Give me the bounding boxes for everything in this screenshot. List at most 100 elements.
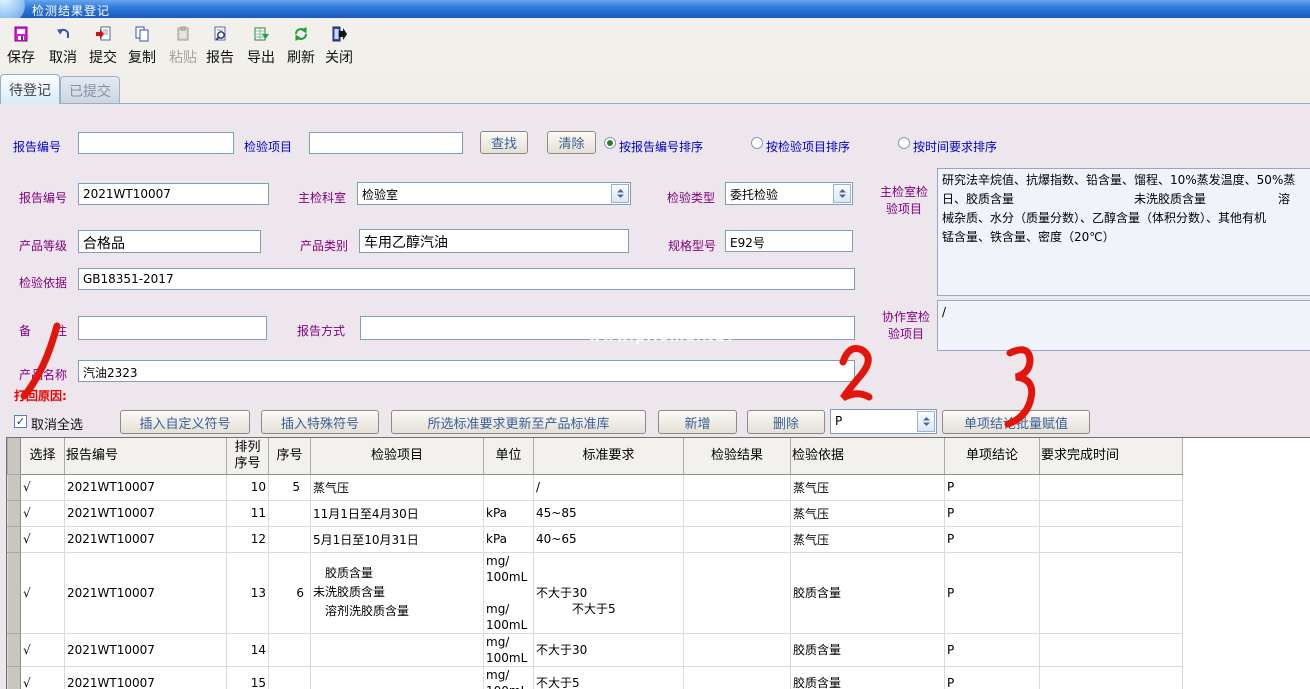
basis-label: 检验依据 [19,274,67,291]
cell-basis: 胶质含量 [791,552,945,633]
cell-result[interactable] [684,666,791,689]
copy-button[interactable]: 复制 [122,26,162,68]
table-row[interactable]: √ 2021WT10007 15 mg/ 100mL 不大于5 胶质含量 P [8,666,1183,689]
product-name-input[interactable]: 汽油2323 [78,360,855,382]
save-button[interactable]: 保存 [1,26,41,68]
tab-submitted[interactable]: 已提交 [60,76,120,104]
test-type-combo[interactable]: 委托检验 [725,182,853,205]
row-check[interactable]: √ [21,552,65,633]
submit-button[interactable]: 提交 [83,26,123,68]
delete-button[interactable]: 删除 [747,410,825,434]
conclusion-combo[interactable]: P [830,409,937,434]
product-name-label: 产品名称 [19,366,67,383]
spec-model-input[interactable]: E92号 [725,230,853,252]
search-report-no-label: 报告编号 [13,138,61,155]
update-standard-button[interactable]: 所选标准要求更新至产品标准库 [391,410,646,434]
exit-door-icon [331,26,347,46]
row-check[interactable]: √ [21,526,65,552]
table-row[interactable]: √ 2021WT10007 14 mg/ 100mL 不大于30 胶质含量 P [8,633,1183,666]
sort-by-time-radio[interactable] [898,137,910,149]
add-button[interactable]: 新增 [658,410,737,434]
row-check[interactable]: √ [21,474,65,500]
row-selector[interactable] [8,526,21,552]
cell-item [311,633,484,666]
table-row[interactable]: √ 2021WT10007 13 6 胶质含量 未洗胶质含量 溶剂洗胶质含量 m… [8,552,1183,633]
product-category-label: 产品类别 [300,237,348,254]
export-button[interactable]: 导出 [241,26,281,68]
search-item-input[interactable] [309,132,463,154]
spinner-icon[interactable] [611,184,629,203]
cell-report-no: 2021WT10007 [65,552,227,633]
cancel-button[interactable]: 取消 [43,26,83,68]
spinner-icon[interactable] [917,411,935,432]
cell-standard: / [534,474,684,500]
sort-by-report-no-radio[interactable] [604,137,616,149]
report-button[interactable]: 报告 [200,26,240,68]
cell-result[interactable] [684,552,791,633]
sort-by-report-no-label: 按报告编号排序 [619,138,703,155]
cell-result[interactable] [684,633,791,666]
test-type-value: 委托检验 [730,186,778,203]
cancel-label: 取消 [49,47,77,67]
remark-input[interactable] [78,316,267,340]
row-selector[interactable] [8,552,21,633]
product-category-input[interactable]: 车用乙醇汽油 [359,229,629,253]
save-icon [13,26,29,46]
cell-order: 13 [227,552,269,633]
row-check[interactable]: √ [21,666,65,689]
row-selector[interactable] [8,500,21,526]
row-selector[interactable] [8,633,21,666]
col-item: 检验项目 [311,438,484,474]
copy-label: 复制 [128,47,156,67]
results-grid: 选择 报告编号 排列 序号 序号 检验项目 单位 标准要求 检验结果 检验依据 … [6,437,1310,689]
cell-order: 10 [227,474,269,500]
product-grade-label: 产品等级 [19,237,67,254]
cell-order: 14 [227,633,269,666]
table-row[interactable]: √ 2021WT10007 11 11月1日至4月30日 kPa 45~85 蒸… [8,500,1183,526]
spinner-icon[interactable] [833,184,851,203]
basis-input[interactable]: GB18351-2017 [78,268,855,290]
row-header-corner [8,438,21,474]
cell-standard: 不大于5 [534,666,684,689]
cell-item [311,666,484,689]
table-row[interactable]: √ 2021WT10007 12 5月1日至10月31日 kPa 40~65 蒸… [8,526,1183,552]
coop-items-textarea[interactable]: / [937,300,1310,351]
clear-button[interactable]: 清除 [547,131,596,154]
cell-result[interactable] [684,526,791,552]
cell-unit: mg/ 100mL mg/ 100mL [484,552,534,633]
cell-due [1040,474,1183,500]
cell-report-no: 2021WT10007 [65,500,227,526]
row-check[interactable]: √ [21,500,65,526]
col-result: 检验结果 [684,438,791,474]
cell-result[interactable] [684,474,791,500]
row-selector[interactable] [8,666,21,689]
close-button[interactable]: 关闭 [319,26,359,68]
row-check[interactable]: √ [21,633,65,666]
main-dept-combo[interactable]: 检验室 [357,182,631,205]
tab-pending[interactable]: 待登记 [0,74,60,104]
report-no-input[interactable]: 2021WT10007 [78,183,269,205]
find-button[interactable]: 查找 [480,131,528,154]
radio-dot [607,140,613,146]
cell-unit: kPa [484,500,534,526]
cell-basis: 蒸气压 [791,474,945,500]
remark-label: 备 注 [19,322,67,339]
cell-conclusion: P [945,500,1040,526]
cell-order: 15 [227,666,269,689]
sort-by-item-radio[interactable] [751,137,763,149]
cell-basis: 胶质含量 [791,633,945,666]
table-row[interactable]: √ 2021WT10007 10 5 蒸气压 / 蒸气压 P [8,474,1183,500]
main-dept-label: 主检科室 [298,189,346,206]
row-selector[interactable] [8,474,21,500]
search-report-no-input[interactable] [78,132,234,154]
product-grade-input[interactable]: 合格品 [78,230,261,253]
refresh-button[interactable]: 刷新 [281,26,321,68]
batch-assign-button[interactable]: 单项结论批量赋值 [942,410,1090,434]
cell-result[interactable] [684,500,791,526]
insert-custom-symbol-button[interactable]: 插入自定义符号 [120,410,250,434]
sort-by-time-label: 按时间要求排序 [913,138,997,155]
uncheck-all-checkbox[interactable]: ✓ [14,415,27,428]
insert-special-symbol-button[interactable]: 插入特殊符号 [261,410,379,434]
main-items-textarea[interactable]: 研究法辛烷值、抗爆指数、铅含量、馏程、10%蒸发温度、50%蒸 日、胶质含量 未… [937,168,1310,296]
undo-icon [55,26,71,46]
